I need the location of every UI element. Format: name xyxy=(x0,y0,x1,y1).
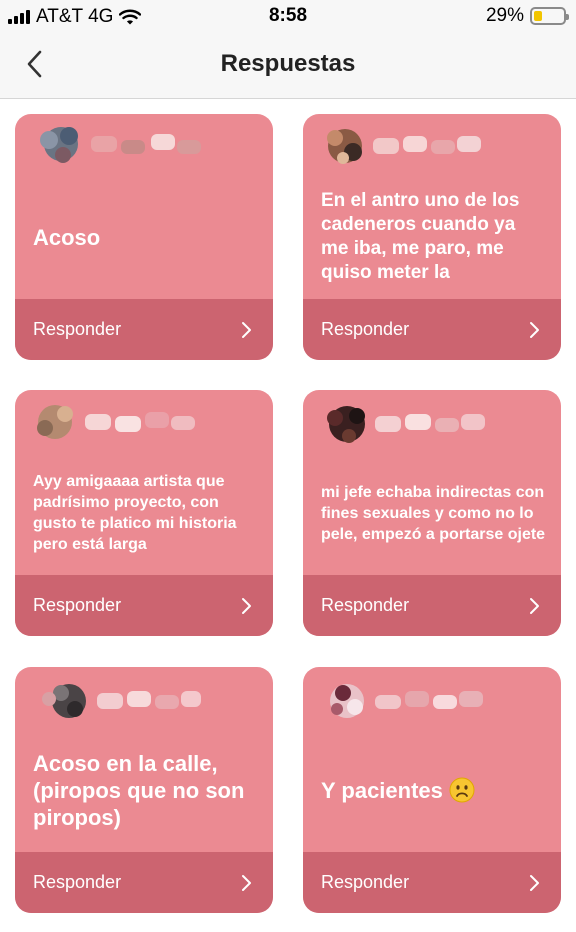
reply-button[interactable]: Responder xyxy=(15,299,273,360)
reply-label: Responder xyxy=(321,595,410,615)
reply-label: Responder xyxy=(33,595,122,615)
chevron-right-icon xyxy=(242,597,251,614)
reply-button[interactable]: Responder xyxy=(303,852,561,913)
reply-label: Responder xyxy=(321,872,410,892)
battery-fill xyxy=(534,11,543,21)
response-text: mi jefe echaba indirectas con fines sexu… xyxy=(321,483,546,543)
blurred-avatar xyxy=(327,129,481,164)
reply-label: Responder xyxy=(33,872,122,892)
response-card[interactable]: Y pacientes Responder xyxy=(303,667,561,913)
status-bar: AT&T 4G 8:58 29% xyxy=(0,0,576,34)
frowning-face-emoji-icon xyxy=(449,777,475,802)
nav-bar: Respuestas xyxy=(0,34,576,99)
response-card[interactable]: mi jefe echaba indirectas con fines sexu… xyxy=(303,390,561,636)
reply-button[interactable]: Responder xyxy=(303,575,561,636)
blurred-avatar xyxy=(37,405,195,439)
card-body: mi jefe echaba indirectas con fines sexu… xyxy=(321,452,547,574)
blurred-avatar xyxy=(42,684,201,718)
battery-percent: 29% xyxy=(485,5,524,26)
response-text: Acoso en la calle, (piropos que no son p… xyxy=(33,750,245,830)
reply-button[interactable]: Responder xyxy=(15,852,273,913)
response-text: Ayy amigaaaa artista que padrísimo proye… xyxy=(33,473,237,553)
response-text-content: Y pacientes xyxy=(321,777,443,803)
page-title: Respuestas xyxy=(220,50,356,77)
card-body: Acoso xyxy=(33,176,259,298)
card-body: En el antro uno de los cadeneros cuando … xyxy=(321,176,547,298)
chevron-right-icon xyxy=(530,321,539,338)
blurred-avatar xyxy=(327,406,485,443)
reply-button[interactable]: Responder xyxy=(15,575,273,636)
chevron-right-icon xyxy=(530,874,539,891)
reply-label: Responder xyxy=(33,319,122,339)
chevron-right-icon xyxy=(242,874,251,891)
chevron-right-icon xyxy=(530,597,539,614)
response-card[interactable]: Acoso en la calle, (piropos que no son p… xyxy=(15,667,273,913)
reply-label: Responder xyxy=(321,319,410,339)
response-card[interactable]: Acoso Responder xyxy=(15,114,273,360)
chevron-right-icon xyxy=(242,321,251,338)
blurred-avatar xyxy=(330,684,483,718)
response-text: En el antro uno de los cadeneros cuando … xyxy=(321,190,520,283)
blurred-avatar xyxy=(40,127,201,163)
card-body: Y pacientes xyxy=(321,729,547,851)
response-card[interactable]: Ayy amigaaaa artista que padrísimo proye… xyxy=(15,390,273,636)
response-text: Acoso xyxy=(33,224,101,250)
battery-icon xyxy=(530,7,569,25)
reply-button[interactable]: Responder xyxy=(303,299,561,360)
status-right: 29% xyxy=(485,5,569,27)
response-text: Y pacientes xyxy=(321,777,475,804)
response-card[interactable]: En el antro uno de los cadeneros cuando … xyxy=(303,114,561,360)
card-body: Ayy amigaaaa artista que padrísimo proye… xyxy=(33,452,259,574)
card-body: Acoso en la calle, (piropos que no son p… xyxy=(33,729,259,851)
